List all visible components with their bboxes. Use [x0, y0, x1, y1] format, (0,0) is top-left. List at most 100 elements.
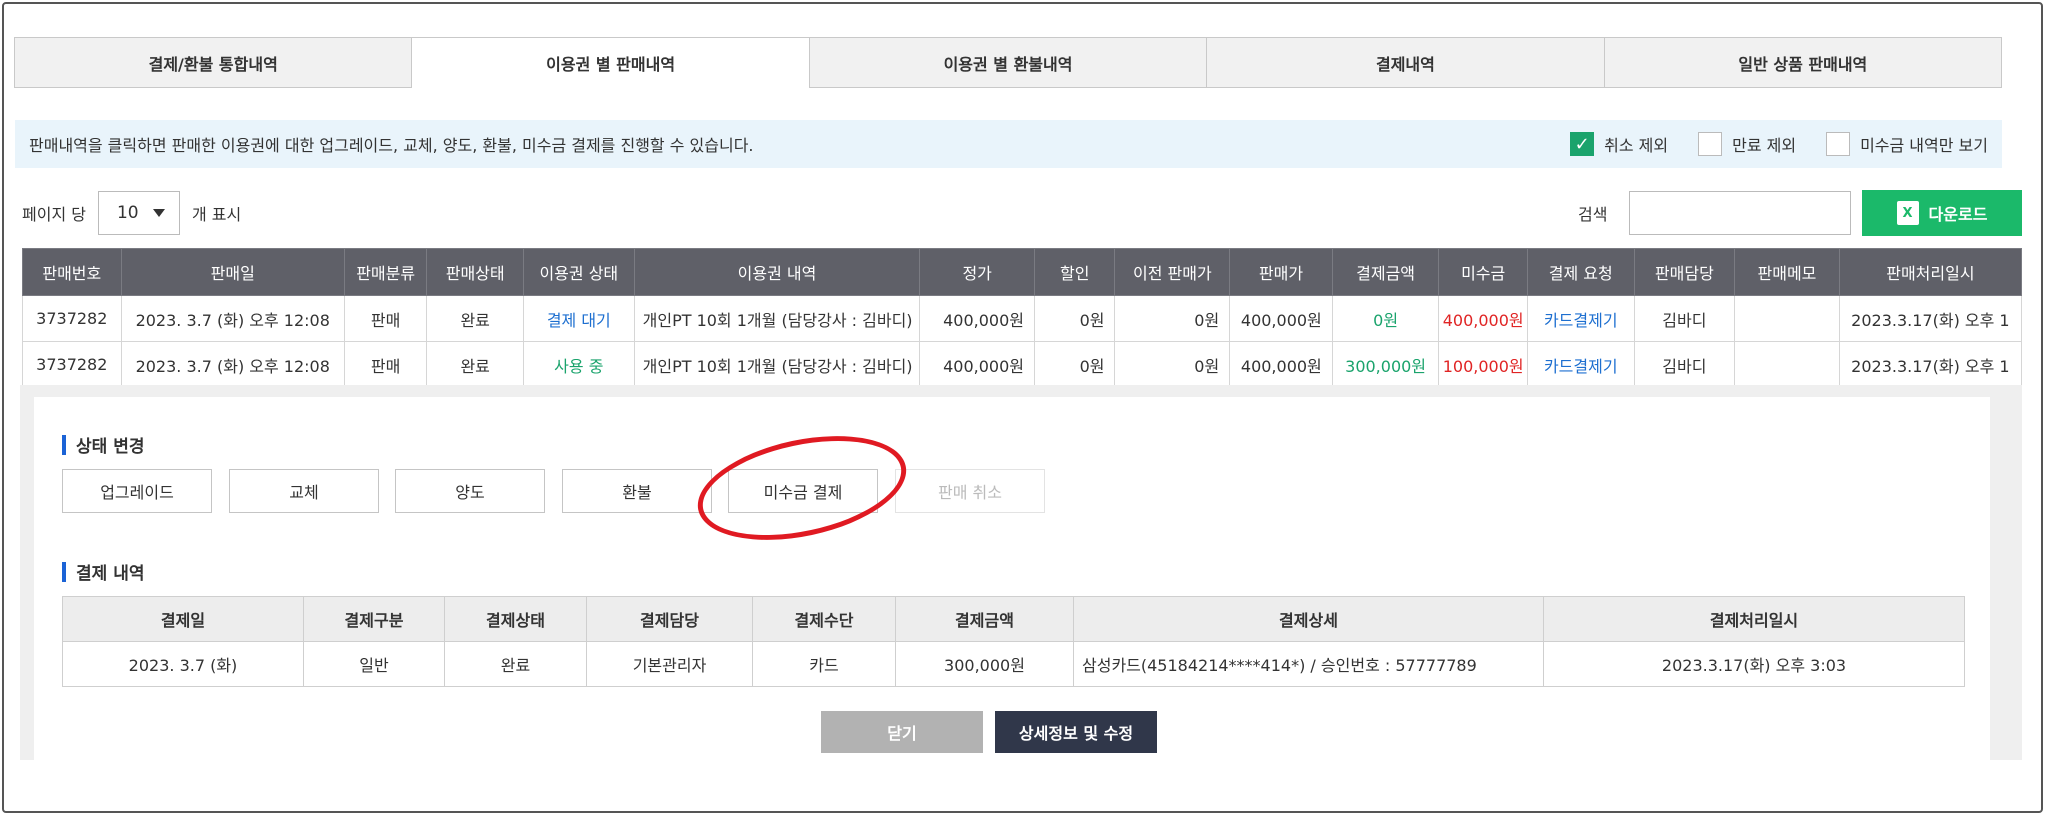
table-cell: 0원 [1114, 295, 1231, 342]
column-header: 결제일 [62, 596, 304, 642]
table-row[interactable]: 3737282 2023. 3.7 (화) 오후 12:08 판매 완료 결제 대기 개인… [22, 295, 2023, 342]
tab-general-product-sales[interactable]: 일반 상품 판매내역 [1603, 37, 2003, 88]
column-header: 결제금액 [1331, 248, 1440, 296]
table-cell: 완료 [426, 341, 524, 388]
unpaid-payment-button[interactable]: 미수금 결제 [728, 469, 878, 513]
tab-bar: 결제/환불 통합내역 이용권 별 판매내역 이용권 별 환불내역 결제내역 일반… [14, 37, 2003, 88]
status-change-title: 상태 변경 [62, 432, 144, 457]
table-cell: 2023.3.17(화) 오후 1 [1838, 341, 2023, 388]
filter-exclude-expired[interactable]: 만료 제외 [1698, 132, 1796, 156]
page-size-prefix: 페이지 당 [22, 205, 86, 224]
page-size-suffix: 개 표시 [191, 205, 242, 224]
table-cell: 결제 대기 [522, 295, 635, 342]
tab-payments[interactable]: 결제내역 [1206, 37, 1605, 88]
column-header: 이용권 상태 [522, 248, 635, 296]
tab-refunds-by-pass[interactable]: 이용권 별 환불내역 [808, 37, 1208, 88]
column-header: 결제상태 [444, 596, 587, 642]
table-cell: 김바디 [1633, 341, 1736, 388]
upgrade-button[interactable]: 업그레이드 [62, 469, 212, 513]
table-cell: 300,000원 [895, 641, 1074, 687]
table-row: 2023. 3.7 (화) 일반 완료 기본관리자 카드 300,000원 삼성카드(451… [62, 641, 1965, 687]
table-cell: 400,000원 [919, 341, 1036, 388]
excel-icon: X [1896, 201, 1919, 225]
search-label: 검색 [1578, 205, 1608, 224]
filter-label: 미수금 내역만 보기 [1860, 136, 1988, 155]
column-header: 판매상태 [426, 248, 524, 296]
payment-history-title: 결제 내역 [62, 559, 144, 584]
column-header: 결제처리일시 [1543, 596, 1965, 642]
filter-label: 취소 제외 [1604, 136, 1669, 155]
table-cell: 개인PT 10회 1개월 (담당강사 : 김바디) [633, 295, 921, 342]
checkbox-checked-icon[interactable]: ✓ [1570, 132, 1595, 156]
table-cell: 0원 [1331, 295, 1440, 342]
close-button[interactable]: 닫기 [821, 711, 983, 753]
table-cell: 0원 [1034, 341, 1116, 388]
table-cell: 400,000원 [1229, 341, 1333, 388]
payment-table: 결제일 결제구분 결제상태 결제담당 결제수단 결제금액 결제상세 결제처리일시 2023. … [62, 596, 1965, 687]
transfer-button[interactable]: 양도 [395, 469, 545, 513]
table-cell: 사용 중 [522, 341, 635, 388]
column-header: 판매분류 [343, 248, 428, 296]
page-size-control: 페이지 당 10 개 표시 [22, 190, 241, 236]
download-label: 다운로드 [1928, 205, 1988, 224]
table-cell: 기본관리자 [586, 641, 753, 687]
column-header: 결제 요청 [1526, 248, 1635, 296]
column-header: 결제담당 [586, 596, 753, 642]
table-cell: 0원 [1114, 341, 1231, 388]
table-cell: 완료 [426, 295, 524, 342]
detail-panel [34, 397, 1990, 760]
download-button[interactable]: X 다운로드 [1862, 190, 2022, 236]
table-cell: 0원 [1034, 295, 1116, 342]
checkbox-icon[interactable] [1698, 132, 1723, 156]
table-cell: 2023.3.17(화) 오후 1 [1838, 295, 2023, 342]
table-cell: 카드 [752, 641, 896, 687]
payment-table-header: 결제일 결제구분 결제상태 결제담당 결제수단 결제금액 결제상세 결제처리일시 [62, 596, 1965, 642]
table-cell: 삼성카드(45184214****414*) / 승인번호 : 57777789 [1073, 641, 1544, 687]
table-cell: 판매 [343, 295, 428, 342]
column-header: 판매일 [120, 248, 345, 296]
column-header: 할인 [1034, 248, 1116, 296]
sales-table-header: 판매번호 판매일 판매분류 판매상태 이용권 상태 이용권 내역 정가 할인 이전 판매가 판매가… [22, 248, 2023, 296]
info-message: 판매내역을 클릭하면 판매한 이용권에 대한 업그레이드, 교체, 양도, 환불… [29, 136, 754, 155]
column-header: 판매메모 [1734, 248, 1840, 296]
section-marker [62, 434, 66, 455]
table-row[interactable]: 3737282 2023. 3.7 (화) 오후 12:08 판매 완료 사용 중 개인P… [22, 341, 2023, 388]
column-header: 이용권 내역 [633, 248, 921, 296]
table-cell: 일반 [303, 641, 445, 687]
column-header: 판매번호 [22, 248, 122, 296]
filter-label: 만료 제외 [1732, 136, 1797, 155]
table-cell: 2023.3.17(화) 오후 3:03 [1543, 641, 1965, 687]
column-header: 이전 판매가 [1114, 248, 1231, 296]
table-cell: 2023. 3.7 (화) 오후 12:08 [120, 295, 345, 342]
search-input[interactable] [1629, 191, 1852, 235]
filter-exclude-cancelled[interactable]: ✓ 취소 제외 [1570, 132, 1668, 156]
table-cell: 2023. 3.7 (화) 오후 12:08 [120, 341, 345, 388]
table-cell: 카드결제기 [1526, 295, 1635, 342]
table-cell: 완료 [444, 641, 587, 687]
column-header: 결제구분 [303, 596, 445, 642]
page-size-value: 10 [116, 203, 139, 223]
table-cell: 100,000원 [1438, 341, 1528, 388]
page-size-select[interactable]: 10 [97, 191, 180, 235]
table-cell: 김바디 [1633, 295, 1736, 342]
tab-payment-refund-summary[interactable]: 결제/환불 통합내역 [14, 37, 413, 88]
checkbox-icon[interactable] [1826, 132, 1851, 156]
column-header: 판매처리일시 [1838, 248, 2023, 296]
cancel-sale-button: 판매 취소 [895, 469, 1045, 513]
info-bar: 판매내역을 클릭하면 판매한 이용권에 대한 업그레이드, 교체, 양도, 환불… [15, 120, 2002, 168]
column-header: 판매담당 [1633, 248, 1736, 296]
filter-unpaid-only[interactable]: 미수금 내역만 보기 [1826, 132, 1988, 156]
column-header: 미수금 [1438, 248, 1528, 296]
column-header: 판매가 [1229, 248, 1333, 296]
payment-history-title-text: 결제 내역 [76, 564, 145, 584]
refund-button[interactable]: 환불 [562, 469, 712, 513]
tab-sales-by-pass[interactable]: 이용권 별 판매내역 [411, 37, 810, 88]
table-cell: 2023. 3.7 (화) [62, 641, 304, 687]
exchange-button[interactable]: 교체 [229, 469, 379, 513]
table-cell: 개인PT 10회 1개월 (담당강사 : 김바디) [633, 341, 921, 388]
section-marker [62, 561, 66, 582]
column-header: 결제금액 [895, 596, 1074, 642]
detail-edit-button[interactable]: 상세정보 및 수정 [995, 711, 1157, 753]
status-change-title-text: 상태 변경 [76, 437, 145, 457]
table-cell: 300,000원 [1331, 341, 1440, 388]
